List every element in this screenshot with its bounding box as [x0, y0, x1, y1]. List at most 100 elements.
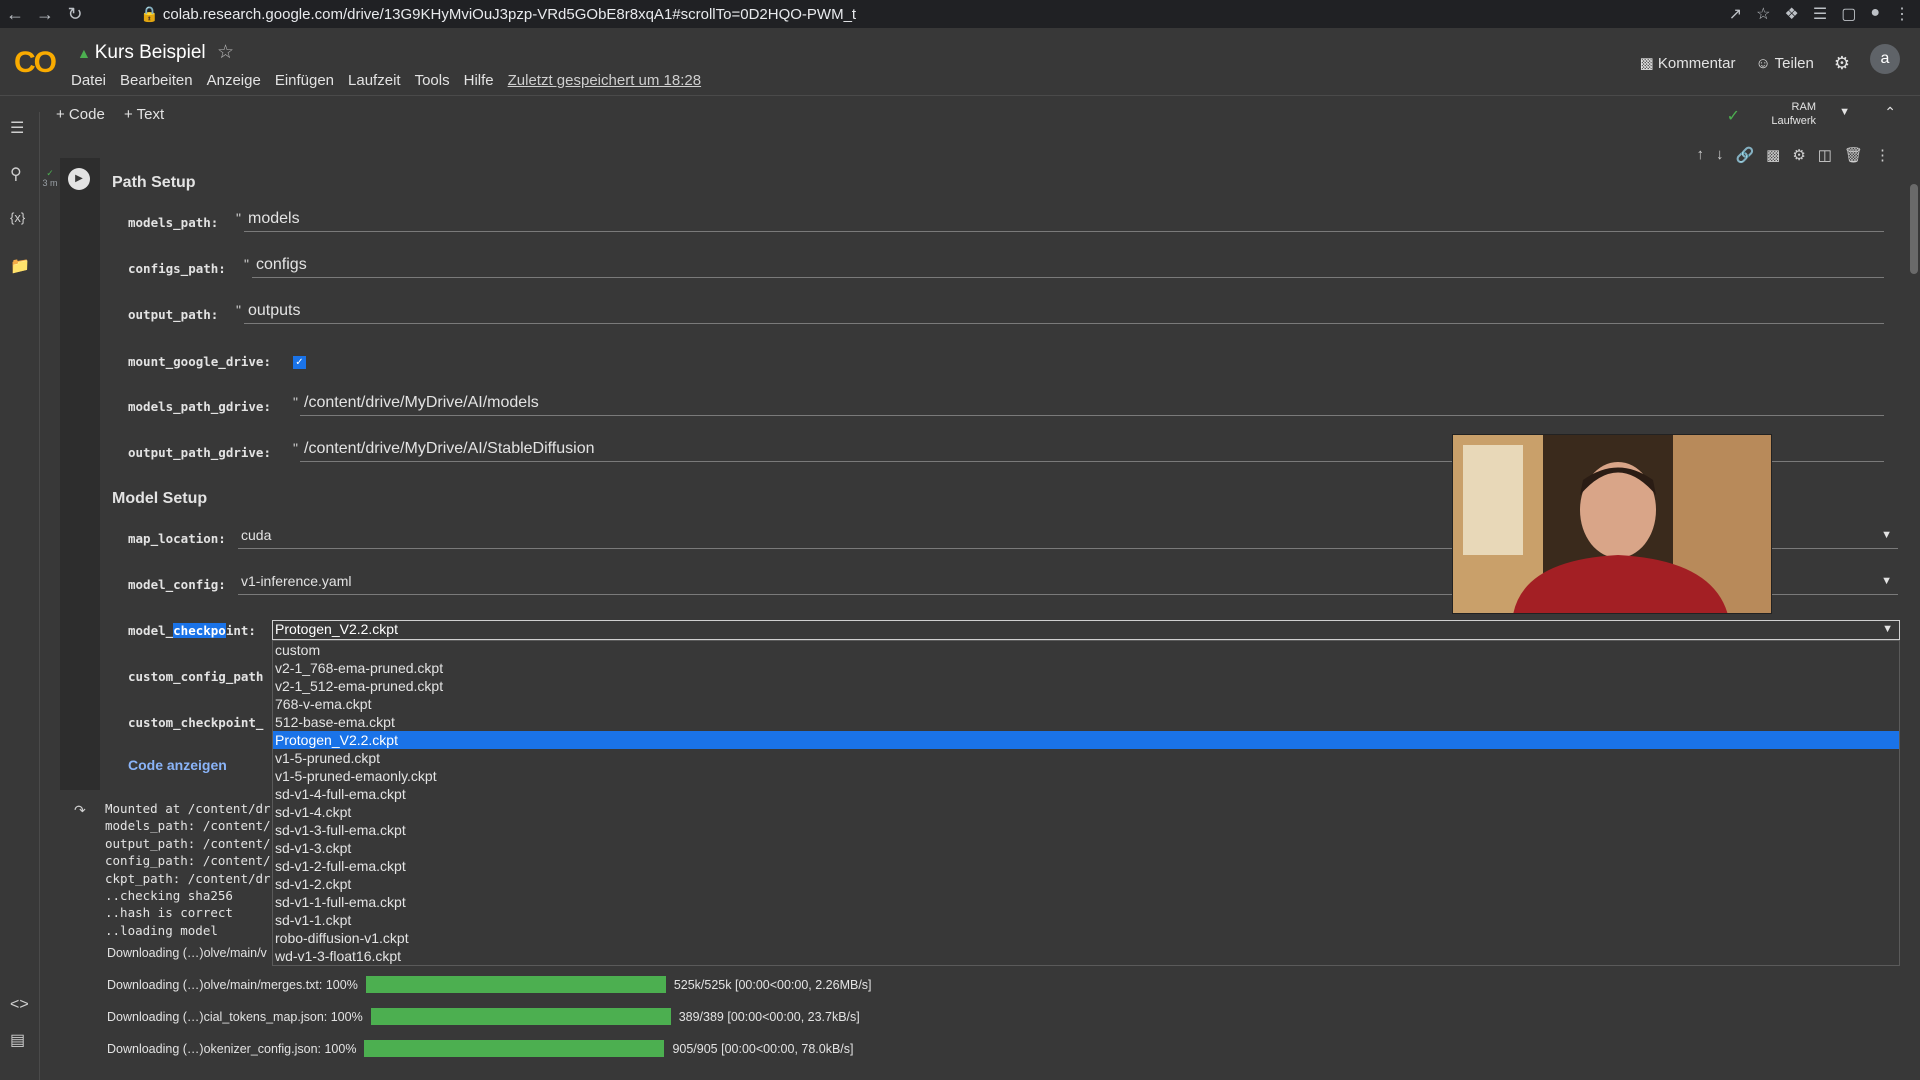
checkpoint-option[interactable]: sd-v1-2-full-ema.ckpt — [273, 857, 1899, 875]
output-line: output_path: /content/ — [105, 835, 271, 851]
checkpoint-option[interactable]: v2-1_512-ema-pruned.ckpt — [273, 677, 1899, 695]
checkpoint-option[interactable]: 512-base-ema.ckpt — [273, 713, 1899, 731]
move-down-icon[interactable]: ↓ — [1716, 146, 1724, 164]
resource-monitor[interactable]: RAM Laufwerk — [1771, 100, 1816, 128]
menu-einfuegen[interactable]: Einfügen — [275, 72, 334, 89]
add-text-button[interactable]: + Text — [124, 106, 164, 123]
folder-icon[interactable]: 📁 — [10, 256, 30, 276]
share-button[interactable]: ☺ Teilen — [1755, 55, 1813, 72]
model-config-value: v1-inference.yaml — [241, 573, 352, 589]
section-model-setup: Model Setup — [112, 490, 208, 507]
param-label-model-checkpoint: model_checkpoint: — [128, 623, 256, 638]
checkpoint-option[interactable]: Protogen_V2.2.ckpt — [273, 731, 1899, 749]
output-line: ..hash is correct — [105, 905, 233, 921]
more-options-icon[interactable]: ⋮ — [1875, 146, 1890, 164]
extensions-icon[interactable]: ❖ — [1785, 4, 1799, 24]
back-icon[interactable]: ← — [0, 4, 30, 25]
share-page-icon[interactable]: ↗ — [1729, 4, 1742, 24]
output-line: config_path: /content/ — [105, 853, 271, 869]
run-cell-button[interactable]: ▶ — [68, 168, 90, 190]
avatar[interactable]: a — [1870, 44, 1900, 74]
reload-icon[interactable]: ↻ — [60, 4, 90, 25]
reading-list-icon[interactable]: ☰ — [1813, 4, 1827, 24]
checkpoint-option[interactable]: robo-diffusion-v1.ckpt — [273, 929, 1899, 947]
checkpoint-option[interactable]: sd-v1-1.ckpt — [273, 911, 1899, 929]
variables-icon[interactable]: {x} — [10, 210, 25, 225]
disk-label: Laufwerk — [1771, 115, 1816, 127]
address-bar[interactable]: 🔒 colab.research.google.com/drive/13G9KH… — [140, 5, 856, 23]
settings-gear-icon[interactable]: ⚙ — [1834, 53, 1850, 74]
label-part: model_ — [128, 623, 174, 638]
checkpoint-option[interactable]: sd-v1-3-full-ema.ckpt — [273, 821, 1899, 839]
share-label: Teilen — [1774, 54, 1814, 72]
profile-icon[interactable]: ● — [1870, 4, 1880, 24]
checkpoint-option[interactable]: sd-v1-2.ckpt — [273, 875, 1899, 893]
menu-hilfe[interactable]: Hilfe — [464, 72, 494, 89]
search-icon[interactable]: ⚲ — [10, 164, 22, 184]
comment-cell-icon[interactable]: ▩ — [1766, 146, 1780, 164]
cell-settings-icon[interactable]: ⚙ — [1792, 146, 1805, 164]
output-line: ..checking sha256 — [105, 888, 233, 904]
menu-datei[interactable]: Datei — [71, 72, 106, 89]
download-stats: 905/905 [00:00<00:00, 78.0kB/s] — [672, 1041, 854, 1056]
checkpoint-option[interactable]: 768-v-ema.ckpt — [273, 695, 1899, 713]
colab-logo[interactable]: CO — [14, 46, 57, 80]
url-path: /drive/13G9KHyMviOuJ3pzp-VRd5GObE8r8xqA1… — [342, 6, 857, 23]
comment-button[interactable]: ▩ Kommentar — [1640, 54, 1736, 72]
checkpoint-option[interactable]: v1-5-pruned-emaonly.ckpt — [273, 767, 1899, 785]
progress-bar — [370, 1008, 671, 1025]
models-path-gdrive-input[interactable]: /content/drive/MyDrive/AI/models — [300, 394, 1884, 416]
checkpoint-option[interactable]: sd-v1-1-full-ema.ckpt — [273, 893, 1899, 911]
star-icon[interactable]: ☆ — [217, 41, 234, 64]
delete-icon[interactable]: 🗑 — [1844, 146, 1863, 164]
mirror-cell-icon[interactable]: ◫ — [1818, 146, 1832, 164]
code-snippets-icon[interactable]: <> — [10, 996, 29, 1014]
download-label: Downloading (…)cial_tokens_map.json: 100… — [107, 1009, 363, 1024]
side-panel-icon[interactable]: ▢ — [1841, 4, 1856, 24]
output-path-input[interactable]: outputs — [244, 302, 1884, 324]
models-path-input[interactable]: models — [244, 210, 1884, 232]
browser-bar: ← → ↻ 🔒 colab.research.google.com/drive/… — [0, 0, 1920, 28]
scrollbar[interactable] — [1910, 184, 1918, 274]
checkpoint-option[interactable]: sd-v1-4-full-ema.ckpt — [273, 785, 1899, 803]
cell-gutter — [60, 158, 100, 790]
exec-time: 3 m — [42, 178, 58, 188]
output-actions-icon[interactable]: ↷ — [74, 802, 86, 819]
menu-tools[interactable]: Tools — [415, 72, 450, 89]
checkpoint-option[interactable]: v2-1_768-ema-pruned.ckpt — [273, 659, 1899, 677]
notebook-title-text[interactable]: Kurs Beispiel — [95, 42, 206, 63]
ram-label: RAM — [1791, 101, 1816, 113]
colab-header: CO ▲ Kurs Beispiel ☆ Datei Bearbeiten An… — [0, 28, 1920, 96]
command-palette-icon[interactable]: ▤ — [10, 1030, 25, 1050]
checkpoint-option[interactable]: custom — [273, 641, 1899, 659]
menu-bearbeiten[interactable]: Bearbeiten — [120, 72, 193, 89]
param-label-models-path: models_path: — [128, 215, 219, 230]
configs-path-input[interactable]: configs — [252, 256, 1884, 278]
people-icon: ☺ — [1755, 54, 1775, 72]
last-saved-link[interactable]: Zuletzt gespeichert um 18:28 — [508, 72, 701, 89]
param-label-map-location: map_location: — [128, 531, 226, 546]
output-line: models_path: /content/ — [105, 818, 271, 834]
quote-mark: " — [244, 256, 249, 272]
link-icon[interactable]: 🔗 — [1735, 146, 1754, 164]
checkpoint-option[interactable]: v1-5-pruned.ckpt — [273, 749, 1899, 767]
show-code-link[interactable]: Code anzeigen — [128, 757, 227, 773]
cell-toolbar: ↑ ↓ 🔗 ▩ ⚙ ◫ 🗑 ⋮ — [1696, 146, 1890, 164]
menu-anzeige[interactable]: Anzeige — [207, 72, 261, 89]
collapse-header-icon[interactable]: ⌃ — [1884, 104, 1896, 121]
menu-laufzeit[interactable]: Laufzeit — [348, 72, 401, 89]
move-up-icon[interactable]: ↑ — [1696, 146, 1704, 164]
model-checkpoint-select[interactable]: Protogen_V2.2.ckpt ▼ — [272, 620, 1900, 640]
forward-icon[interactable]: → — [30, 4, 60, 25]
toc-icon[interactable]: ☰ — [10, 118, 24, 138]
bookmark-star-icon[interactable]: ☆ — [1756, 4, 1770, 24]
checkpoint-option[interactable]: wd-v1-3-float16.ckpt — [273, 947, 1899, 965]
notebook-title[interactable]: ▲ Kurs Beispiel — [77, 42, 206, 64]
checkpoint-option[interactable]: sd-v1-4.ckpt — [273, 803, 1899, 821]
add-code-button[interactable]: + Code — [56, 106, 105, 123]
runtime-dropdown-icon[interactable]: ▼ — [1839, 106, 1850, 118]
browser-menu-icon[interactable]: ⋮ — [1894, 4, 1910, 24]
mount-google-drive-checkbox[interactable]: ✓ — [293, 356, 306, 369]
param-label-output-path-gdrive: output_path_gdrive: — [128, 445, 271, 460]
checkpoint-option[interactable]: sd-v1-3.ckpt — [273, 839, 1899, 857]
